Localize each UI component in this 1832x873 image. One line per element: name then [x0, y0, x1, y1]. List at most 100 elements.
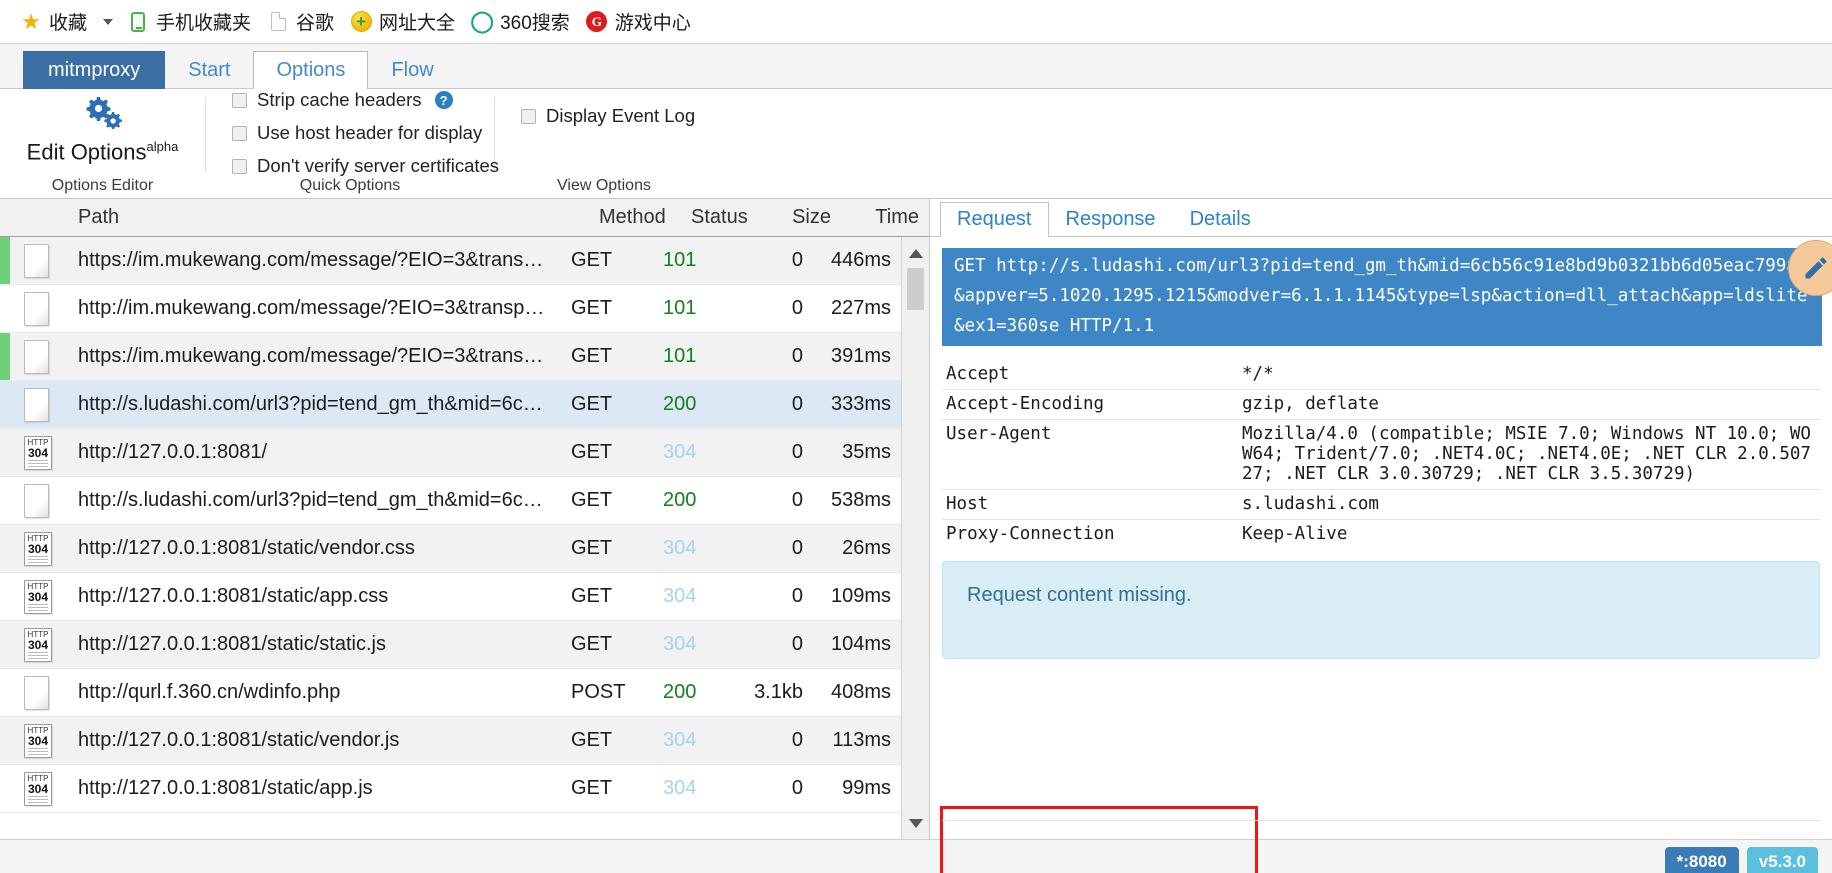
ribbon-group-options-editor: Edit Optionsalpha Options Editor [0, 89, 205, 198]
row-marker [0, 621, 10, 668]
column-header-method[interactable]: Method [593, 206, 685, 229]
flow-scrollbar[interactable] [901, 237, 929, 839]
table-row[interactable]: HTTP 304 http://127.0.0.1:8081/static/stat… [0, 621, 901, 669]
table-row[interactable]: http://qurl.f.360.cn/wdinfo.php POST 200 3.… [0, 669, 901, 717]
bookmark-label: 游戏中心 [614, 13, 691, 34]
bookmark-mobile-favorites[interactable]: 手机收藏夹 [121, 6, 261, 37]
scroll-up-button[interactable] [903, 240, 929, 266]
cell-path: https://im.mukewang.com/message/?EIO=3&t… [78, 249, 544, 271]
column-header-size[interactable]: Size [757, 206, 837, 229]
tab-mitmproxy-brand[interactable]: mitmproxy [23, 51, 166, 89]
header-row: Accept */* [942, 360, 1820, 389]
row-icon-cell: HTTP 304 [10, 723, 72, 758]
blank-doc-icon [24, 387, 49, 422]
table-row[interactable]: https://im.mukewang.com/message/?EIO=3&t… [0, 237, 901, 285]
checkbox-box[interactable] [232, 158, 247, 174]
http-304-icon: HTTP 304 [24, 579, 52, 614]
checkbox-label: Use host header for display [257, 122, 483, 143]
row-icon-cell [10, 483, 72, 518]
cell-time: 104ms [830, 633, 891, 655]
header-value[interactable]: Mozilla/4.0 (compatible; MSIE 7.0; Windo… [1242, 424, 1820, 484]
cell-time: 26ms [842, 537, 891, 559]
request-line[interactable]: GET http://s.ludashi.com/url3?pid=tend_g… [942, 240, 1832, 346]
help-icon[interactable]: ? [434, 91, 453, 109]
cell-path: http://127.0.0.1:8081/static/vendor.css [78, 537, 415, 559]
row-icon-cell [10, 291, 72, 326]
tab-flow[interactable]: Flow [368, 51, 456, 89]
cell-time: 113ms [832, 729, 891, 751]
plus-circle-icon [350, 11, 372, 33]
header-name[interactable]: Host [942, 494, 1242, 514]
cell-path: http://127.0.0.1:8081/static/app.css [78, 585, 389, 607]
cell-method: GET [571, 777, 613, 799]
table-row[interactable]: HTTP 304 http://127.0.0.1:8081/static/app.… [0, 573, 901, 621]
edit-options-button[interactable]: Edit Optionsalpha [0, 95, 205, 171]
status-bar: *:8080 v5.3.0 [0, 839, 1832, 873]
detail-tab-response[interactable]: Response [1049, 202, 1173, 237]
scrollbar-track[interactable] [902, 310, 929, 810]
detail-tab-request[interactable]: Request [940, 202, 1049, 237]
star-icon: ★ [21, 8, 41, 34]
cell-time: 99ms [842, 777, 891, 799]
checkbox-dont-verify-server-certificates[interactable]: Don't verify server certificates [232, 155, 499, 177]
options-ribbon: Edit Optionsalpha Options Editor Strip c… [0, 89, 1832, 199]
header-name[interactable]: Proxy-Connection [942, 524, 1242, 544]
ribbon-group-quick-options: Strip cache headers ? Use host header fo… [206, 89, 499, 198]
checkbox-use-host-header-for-display[interactable]: Use host header for display [232, 122, 499, 144]
table-row[interactable]: HTTP 304 http://127.0.0.1:8081/static/vend… [0, 525, 901, 573]
detail-tab-details[interactable]: Details [1173, 202, 1268, 237]
column-header-status[interactable]: Status [685, 206, 757, 229]
cell-time: 35ms [842, 441, 891, 463]
bookmark-google[interactable]: 谷歌 [261, 6, 344, 37]
checkbox-display-event-log[interactable]: Display Event Log [521, 105, 695, 127]
cell-path: https://im.mukewang.com/message/?EIO=3&t… [78, 345, 544, 367]
status-badge-version[interactable]: v5.3.0 [1746, 846, 1818, 873]
table-row[interactable]: http://im.mukewang.com/message/?EIO=3&tr… [0, 285, 901, 333]
bookmark-url-directory[interactable]: 网址大全 [344, 6, 465, 37]
column-header-time[interactable]: Time [837, 206, 929, 229]
cell-path: http://127.0.0.1:8081/static/static.js [78, 633, 386, 655]
checkbox-box[interactable] [232, 125, 247, 141]
table-row[interactable]: HTTP 304 http://127.0.0.1:8081/GET 304 0 35ms [0, 429, 901, 477]
row-icon-cell: HTTP 304 [10, 435, 72, 470]
scroll-down-button[interactable] [903, 810, 929, 836]
column-header-path[interactable]: Path [72, 206, 593, 229]
cell-method: GET [571, 489, 613, 511]
bookmark-360-search[interactable]: ◯ 360搜索 [465, 6, 580, 37]
bookmark-label: 收藏 [49, 13, 88, 34]
chevron-down-icon[interactable] [97, 11, 119, 33]
checkbox-box[interactable] [521, 108, 536, 124]
row-icon-cell [10, 675, 72, 710]
header-value[interactable]: */* [1242, 364, 1820, 384]
header-name[interactable]: User-Agent [942, 424, 1242, 484]
table-row[interactable]: http://s.ludashi.com/url3?pid=tend_gm_th… [0, 381, 901, 429]
header-value[interactable]: gzip, deflate [1242, 394, 1820, 414]
checkbox-box[interactable] [232, 92, 247, 108]
cell-time: 333ms [830, 393, 891, 415]
bookmark-game-center[interactable]: G 游戏中心 [580, 6, 701, 37]
table-row[interactable]: http://s.ludashi.com/url3?pid=tend_gm_th… [0, 477, 901, 525]
cell-status: 304 [663, 777, 697, 799]
http-304-icon: HTTP 304 [24, 723, 52, 758]
header-name[interactable]: Accept [942, 364, 1242, 384]
header-value[interactable]: Keep-Alive [1242, 524, 1820, 544]
table-row[interactable]: HTTP 304 http://127.0.0.1:8081/static/vend… [0, 717, 901, 765]
row-marker [0, 765, 10, 812]
tab-start[interactable]: Start [165, 51, 253, 89]
detail-tab-label: Details [1189, 208, 1251, 230]
table-row[interactable]: https://im.mukewang.com/message/?EIO=3&t… [0, 333, 901, 381]
header-name[interactable]: Accept-Encoding [942, 394, 1242, 414]
checkbox-strip-cache-headers[interactable]: Strip cache headers ? [232, 89, 499, 111]
table-row[interactable]: HTTP 304 http://127.0.0.1:8081/static/app.… [0, 765, 901, 813]
cell-method: GET [571, 585, 613, 607]
tab-options[interactable]: Options [253, 51, 369, 89]
row-icon-cell: HTTP 304 [10, 531, 72, 566]
cell-path: http://s.ludashi.com/url3?pid=tend_gm_th… [78, 393, 543, 415]
header-row: User-Agent Mozilla/4.0 (compatible; MSIE … [942, 419, 1820, 489]
status-badge-port[interactable]: *:8080 [1664, 846, 1739, 873]
cell-path: http://s.ludashi.com/url3?pid=tend_gm_th… [78, 489, 543, 511]
scrollbar-thumb[interactable] [907, 268, 924, 310]
cell-time: 109ms [830, 585, 891, 607]
bookmark-favorites[interactable]: ★ 收藏 [14, 6, 97, 37]
header-value[interactable]: s.ludashi.com [1242, 494, 1820, 514]
